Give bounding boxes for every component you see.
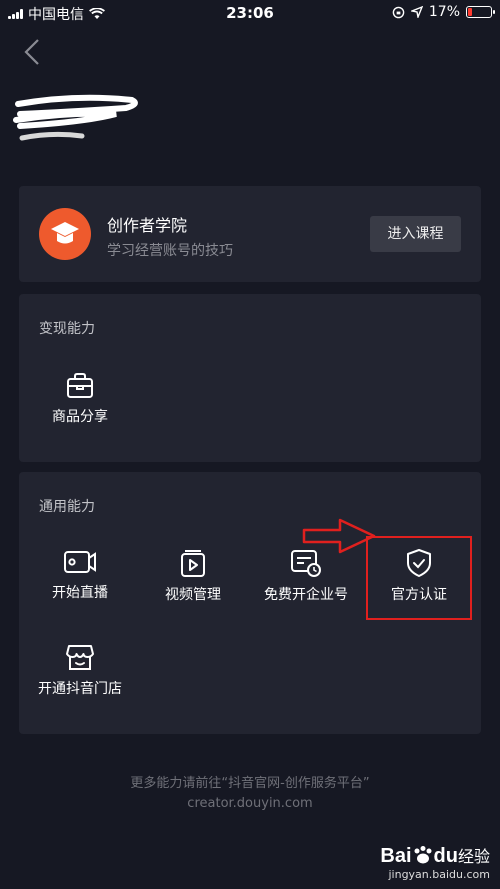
academy-title: 创作者学院 [107, 216, 188, 235]
academy-subtitle: 学习经营账号的技巧 [107, 243, 233, 259]
footer-hint: 更多能力请前往“抖音官网-创作服务平台” [130, 776, 370, 791]
start-live-button[interactable]: 开始直播 [25, 548, 135, 620]
paw-icon [414, 846, 432, 864]
graduation-cap-icon [39, 208, 91, 260]
battery-icon [466, 6, 495, 18]
enterprise-account-label: 免费开企业号 [264, 587, 348, 603]
open-store-label: 开通抖音门店 [38, 681, 122, 697]
monetization-title: 变现能力 [39, 321, 95, 337]
monetization-card: 变现能力 商品分享 [19, 294, 481, 462]
open-store-button[interactable]: 开通抖音门店 [25, 642, 135, 714]
creator-academy-card[interactable]: 创作者学院 学习经营账号的技巧 进入课程 [19, 186, 481, 282]
enterprise-account-button[interactable]: 免费开企业号 [251, 548, 361, 620]
video-management-label: 视频管理 [165, 587, 221, 603]
product-share-label: 商品分享 [52, 409, 108, 425]
baidu-jingyan-watermark: Bai du经验 jingyan.baidu.com [380, 843, 490, 881]
watermark-logo-text2: du [433, 845, 458, 867]
video-manage-icon [181, 550, 205, 577]
general-title: 通用能力 [39, 499, 95, 515]
status-right: 17% [392, 4, 495, 20]
rotation-lock-icon [392, 6, 405, 18]
watermark-text: 经验 [457, 847, 490, 866]
battery-percent: 17% [428, 4, 460, 20]
annotation-highlight-box [366, 536, 472, 620]
watermark-logo-text: Bai [380, 845, 412, 867]
location-icon [410, 6, 423, 18]
battery-level [468, 8, 472, 16]
chevron-left-icon [24, 39, 39, 65]
watermark-url: jingyan.baidu.com [388, 868, 490, 881]
video-management-button[interactable]: 视频管理 [138, 548, 248, 620]
back-button[interactable] [18, 36, 46, 68]
redacted-account-name [13, 94, 138, 141]
product-share-button[interactable]: 商品分享 [25, 372, 135, 444]
enter-course-button[interactable]: 进入课程 [370, 216, 461, 252]
start-live-label: 开始直播 [52, 585, 108, 601]
footer-link[interactable]: creator.douyin.com [0, 796, 500, 811]
status-bar: 中国电信 23:06 17% [0, 0, 500, 26]
live-camera-icon [64, 551, 96, 573]
store-icon [66, 645, 94, 670]
shopping-bag-icon [67, 373, 93, 398]
